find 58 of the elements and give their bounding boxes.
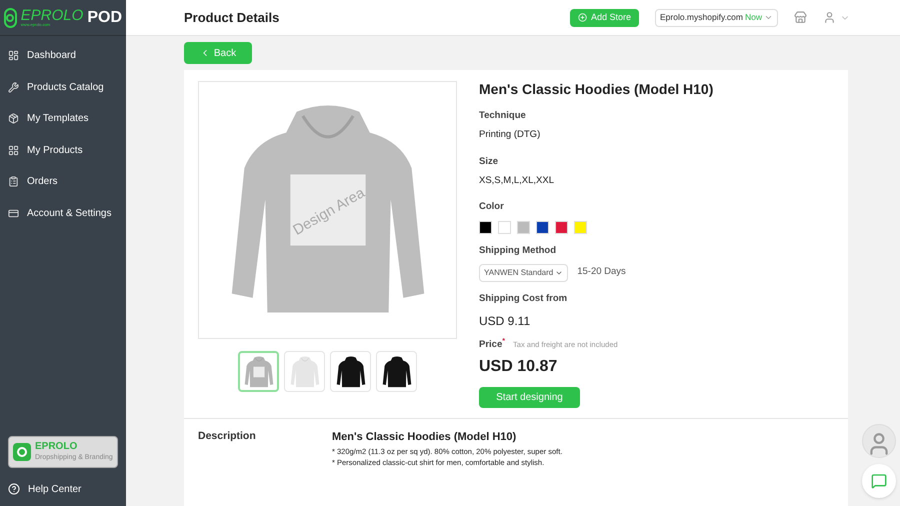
color-swatch[interactable] <box>555 221 568 234</box>
chat-button[interactable] <box>862 464 896 498</box>
store-status: Now <box>744 11 762 24</box>
color-swatch[interactable] <box>479 221 492 234</box>
hoodie-icon <box>288 354 320 388</box>
sidebar-item[interactable]: Orders <box>0 166 126 198</box>
description-title: Men's Classic Hoodies (Model H10) <box>332 430 518 445</box>
thumbnail[interactable] <box>330 351 371 392</box>
menu-icon <box>8 50 19 62</box>
store-select[interactable]: Eprolo.myshopify.com Now <box>655 8 778 26</box>
menu-icon <box>8 208 19 219</box>
size-value: XS,S,M,L,XL,XXL <box>479 174 555 188</box>
promo-title: EPROLO <box>35 441 78 454</box>
shipping-select[interactable]: YANWEN Standard <box>479 264 568 282</box>
field-label: Color <box>479 200 505 214</box>
field-label: Size <box>479 154 500 168</box>
sidebar-item[interactable]: Products Catalog <box>0 72 126 103</box>
price-label: Price$^{*}$ <box>479 338 506 352</box>
color-swatch[interactable] <box>517 221 530 234</box>
avatar[interactable] <box>862 424 896 458</box>
shipping-days: 15-20 Days <box>577 265 626 280</box>
field-label: Technique <box>479 109 527 123</box>
store-icon[interactable] <box>794 11 807 24</box>
hoodie-icon <box>334 354 366 388</box>
field-label: Shipping Method <box>479 244 558 258</box>
help-icon <box>8 483 20 495</box>
color-swatch[interactable] <box>498 221 511 234</box>
price: USD 10.87 <box>479 357 558 377</box>
menu-icon <box>8 176 19 188</box>
sidebar-item[interactable]: My Templates <box>0 103 126 134</box>
thumbnail[interactable] <box>284 351 325 392</box>
promo-logo-icon <box>13 443 31 461</box>
technique-value: Printing (DTG) <box>479 128 542 142</box>
logo-icon <box>4 8 17 28</box>
hoodie-icon <box>242 354 274 388</box>
description-label: Description <box>198 429 257 444</box>
product-title: Men's Classic Hoodies (Model H10) <box>479 81 714 97</box>
hoodie-icon <box>380 354 412 388</box>
plus-icon <box>578 13 587 22</box>
sidebar-item[interactable]: My Products <box>0 134 126 166</box>
sidebar-item[interactable]: Dashboard <box>0 40 126 72</box>
color-swatch[interactable] <box>574 221 587 234</box>
field-label: Shipping Cost from <box>479 292 568 306</box>
shipping-cost: USD 9.11 <box>479 312 532 330</box>
chat-icon <box>871 473 887 489</box>
thumbnail[interactable] <box>376 351 417 392</box>
caret-icon <box>764 13 773 22</box>
logo-suffix: POD <box>87 8 122 28</box>
thumbnail[interactable] <box>238 351 279 392</box>
help-center-link[interactable]: Help Center <box>0 476 126 502</box>
menu-icon <box>8 144 19 156</box>
logo-brand: EPROLO <box>20 8 84 23</box>
color-swatch[interactable] <box>536 221 549 234</box>
menu-icon <box>8 113 19 124</box>
menu-icon <box>8 82 19 93</box>
user-icon[interactable] <box>823 11 836 24</box>
sidebar-item[interactable]: Account & Settings <box>0 198 126 229</box>
page-title: Product Details <box>184 8 280 27</box>
